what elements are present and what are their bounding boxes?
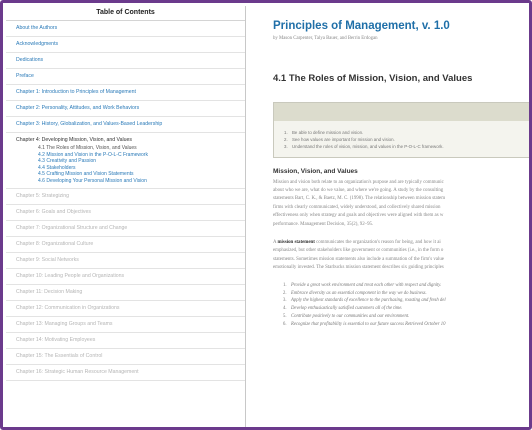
toc-item-chapter-7[interactable]: Chapter 7: Organizational Structure and …: [6, 221, 245, 237]
list-item: 3. Apply the highest standards of excelle…: [283, 298, 446, 304]
toc-item-chapter-8[interactable]: Chapter 8: Organizational Culture: [6, 237, 245, 253]
toc-item-chapter-5[interactable]: Chapter 5: Strategizing: [6, 189, 245, 205]
toc-chapter-4-sections: 4.1 The Roles of Mission, Vision, and Va…: [6, 145, 245, 189]
paragraph-line: about who we are, what do we value, and …: [273, 188, 444, 194]
list-item: 4. Develop enthusiastically satisfied cus…: [283, 306, 403, 312]
toc-section-4-4[interactable]: 4.4 Stakeholders: [6, 165, 245, 172]
paragraph-line: firms with clearly communicated, widely …: [273, 204, 441, 210]
toc-section-4-1[interactable]: 4.1 The Roles of Mission, Vision, and Va…: [6, 145, 245, 152]
book-authors: by Mason Carpenter, Talya Bauer, and Ber…: [273, 36, 378, 41]
paragraph-line: performance. Management Decision, 35(2),…: [273, 221, 374, 227]
paragraph-line: effectiveness only when strategy and goa…: [273, 213, 444, 219]
toc-sidebar: Table of Contents About the Authors Ackn…: [6, 6, 246, 427]
toc-section-4-5[interactable]: 4.5 Crafting Mission and Vision Statemen…: [6, 171, 245, 178]
toc-title: Table of Contents: [6, 6, 245, 21]
toc-item-chapter-4-current[interactable]: Chapter 4: Developing Mission, Vision, a…: [6, 133, 245, 145]
toc-item-chapter-13[interactable]: Chapter 13: Managing Groups and Teams: [6, 317, 245, 333]
toc-item-chapter-1[interactable]: Chapter 1: Introduction to Principles of…: [6, 85, 245, 101]
learning-objectives-list: 1. Be able to define mission and vision. …: [274, 121, 529, 157]
toc-item-preface[interactable]: Preface: [6, 69, 245, 85]
objective-item: 1. Be able to define mission and vision.: [284, 130, 364, 135]
toc-item-acknowledgments[interactable]: Acknowledgments: [6, 37, 245, 53]
paragraph-line: emphasized, but other stakeholders like …: [273, 248, 444, 254]
learning-objectives-header: L: [274, 103, 529, 121]
list-item: 6. Recognize that profitability is essent…: [283, 322, 446, 328]
list-item: 1. Provide a great work environment and t…: [283, 282, 442, 288]
window-frame: Table of Contents About the Authors Ackn…: [0, 0, 532, 430]
toc-item-chapter-12[interactable]: Chapter 12: Communication in Organizatio…: [6, 301, 245, 317]
toc-item-chapter-6[interactable]: Chapter 6: Goals and Objectives: [6, 205, 245, 221]
toc-item-chapter-9[interactable]: Chapter 9: Social Networks: [6, 253, 245, 269]
learning-objectives-box: L 1.Be able to define mission and vision…: [273, 102, 529, 158]
objective-item: 3. Understand the roles of vision, missio…: [284, 144, 444, 150]
paragraph-line: statements. Sometimes mission statements…: [273, 256, 444, 262]
toc-item-dedications[interactable]: Dedications: [6, 53, 245, 69]
paragraph-mission-vision: Mission and vision both relate to an org…: [273, 179, 529, 229]
list-item: 5. Contribute positively to our communiti…: [283, 314, 410, 320]
list-item: 2. Embrace diversity as an essential comp…: [283, 290, 427, 296]
toc-section-4-2[interactable]: 4.2 Mission and Vision in the P-O-L-C Fr…: [6, 152, 245, 159]
book-title: Principles of Management, v. 1.0: [273, 20, 450, 32]
objective-item: 2. See how values are important for missi…: [284, 137, 395, 143]
paragraph-line: A mission statement communicates the org…: [273, 240, 441, 246]
toc-section-4-6[interactable]: 4.6 Developing Your Personal Mission and…: [6, 178, 245, 185]
toc-item-chapter-11[interactable]: Chapter 11: Decision Making: [6, 285, 245, 301]
content-pane: Principles of Management, v. 1.0 by Maso…: [247, 6, 529, 427]
toc-item-chapter-10[interactable]: Chapter 10: Leading People and Organizat…: [6, 269, 245, 285]
paragraph-line: statements Bart, C. K., & Baetz, M. C. (…: [273, 196, 446, 202]
section-title: 4.1 The Roles of Mission, Vision, and Va…: [273, 73, 473, 84]
paragraph-line: Mission and vision both relate to an org…: [273, 179, 444, 185]
starbucks-principles-list: 1. Provide a great work environment and t…: [273, 282, 529, 329]
toc-item-chapter-2[interactable]: Chapter 2: Personality, Attitudes, and W…: [6, 101, 245, 117]
toc-section-4-3[interactable]: 4.3 Creativity and Passion: [6, 158, 245, 165]
paragraph-line: emotionally invested. The Starbucks miss…: [273, 265, 444, 271]
subsection-heading: Mission, Vision, and Values: [273, 167, 358, 175]
toc-item-chapter-15[interactable]: Chapter 15: The Essentials of Control: [6, 349, 245, 365]
toc-item-chapter-3[interactable]: Chapter 3: History, Globalization, and V…: [6, 117, 245, 133]
toc-item-chapter-16[interactable]: Chapter 16: Strategic Human Resource Man…: [6, 365, 245, 381]
toc-item-chapter-14[interactable]: Chapter 14: Motivating Employees: [6, 333, 245, 349]
defined-term: mission statement: [277, 240, 315, 246]
paragraph-mission-statement: A mission statement communicates the org…: [273, 239, 529, 273]
toc-item-about-authors[interactable]: About the Authors: [6, 21, 245, 37]
